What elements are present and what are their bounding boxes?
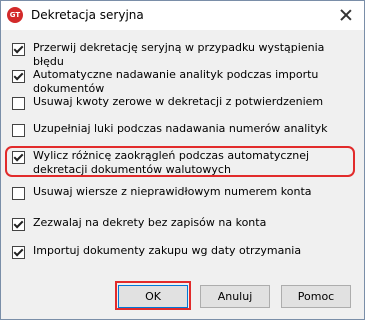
option-label: Uzupełniaj luki podczas nadawania numeró… [33, 122, 328, 135]
checkbox[interactable] [12, 187, 25, 200]
checkbox[interactable] [12, 97, 25, 110]
cancel-button[interactable]: Anuluj [200, 285, 270, 308]
option-label: Importuj dokumenty zakupu wg daty otrzym… [33, 244, 302, 257]
checkbox[interactable] [12, 246, 25, 259]
checkbox[interactable] [12, 43, 25, 56]
option-label: Zezwalaj na dekrety bez zapisów na konta [33, 216, 267, 229]
option-label: Usuwaj wiersze z nieprawidłowym numerem … [33, 185, 312, 198]
close-icon[interactable] [338, 7, 354, 23]
option-label: Automatyczne nadawanie analityk podczas … [33, 68, 319, 95]
option-label: Usuwaj kwoty zerowe w dekretacji z potwi… [33, 95, 324, 108]
option-label: Przerwij dekretację seryjną w przypadku … [33, 41, 325, 68]
help-button[interactable]: Pomoc [281, 285, 351, 308]
ok-button[interactable]: OK [118, 285, 188, 308]
dialog-window: GT Dekretacja seryjna Przerwij dekretacj… [0, 0, 365, 320]
checkbox[interactable] [12, 124, 25, 137]
checkbox[interactable] [12, 151, 25, 164]
title-bar: GT Dekretacja seryjna [1, 1, 364, 30]
window-title: Dekretacja seryjna [31, 8, 144, 22]
checkbox[interactable] [12, 70, 25, 83]
app-logo-icon: GT [7, 7, 23, 23]
checkbox[interactable] [12, 218, 25, 231]
option-label: Wylicz różnicę zaokrągleń podczas automa… [33, 149, 310, 176]
button-bar: OK Anuluj Pomoc [1, 273, 364, 319]
options-panel: Przerwij dekretację seryjną w przypadku … [1, 30, 364, 273]
